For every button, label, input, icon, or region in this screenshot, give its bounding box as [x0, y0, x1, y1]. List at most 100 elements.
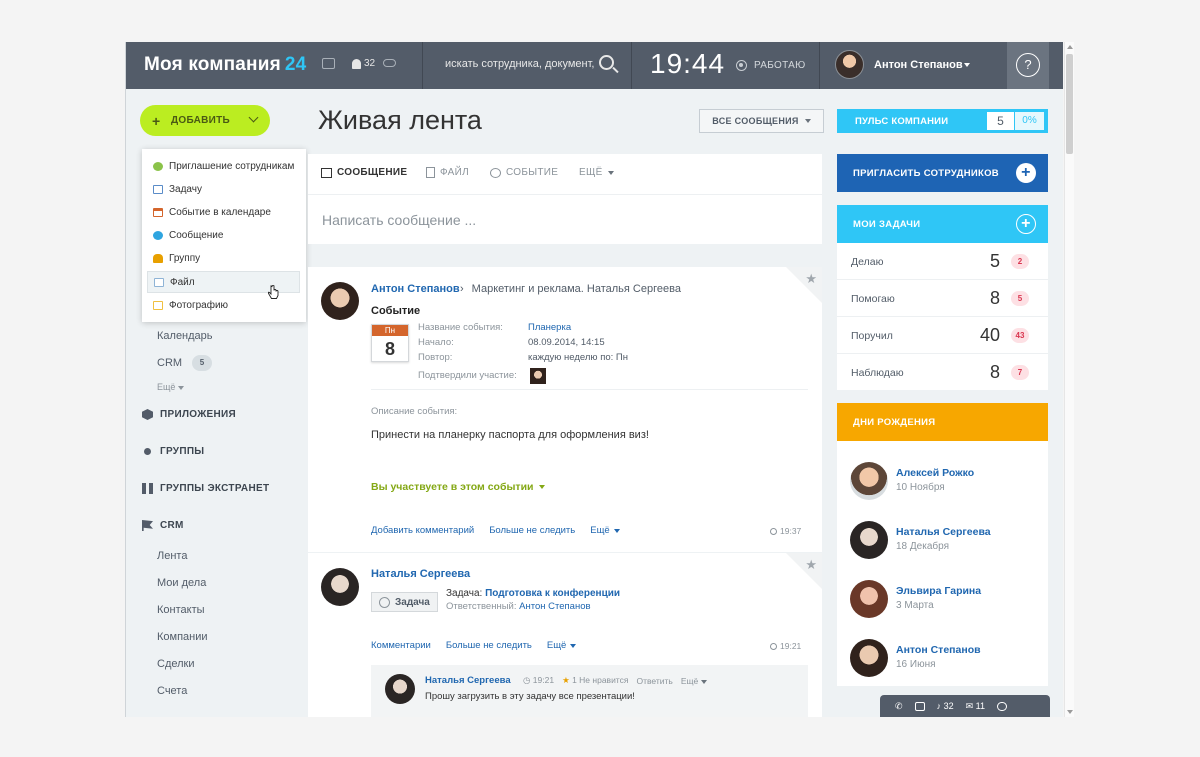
menu-item-invite[interactable]: Приглашение сотрудникам: [142, 155, 306, 177]
hand-cursor-icon: [268, 285, 279, 299]
author-avatar[interactable]: [321, 568, 359, 606]
clock[interactable]: 19:44: [650, 48, 725, 80]
chat-icon[interactable]: [914, 701, 925, 711]
help-button[interactable]: ?: [1007, 42, 1049, 89]
add-comment-link[interactable]: Добавить комментарий: [371, 525, 474, 536]
menu-item-label: Файл: [170, 276, 195, 288]
birthday-item[interactable]: Эльвира Гарина 3 Марта: [837, 580, 1048, 638]
message-input[interactable]: Написать сообщение ...: [322, 212, 476, 228]
filter-label: ВСЕ СООБЩЕНИЯ: [712, 116, 799, 126]
sidebar-section-extranet[interactable]: ГРУППЫ ЭКСТРАНЕТ: [142, 483, 269, 494]
avatar[interactable]: [850, 521, 888, 559]
unfollow-link[interactable]: Больше не следить: [446, 640, 532, 651]
avatar[interactable]: [850, 639, 888, 677]
birthday-name[interactable]: Эльвира Гарина: [896, 585, 981, 597]
plus-icon[interactable]: +: [1016, 214, 1036, 234]
menu-item-event[interactable]: Событие в календаре: [142, 201, 306, 223]
add-button[interactable]: + ДОБАВИТЬ: [140, 105, 270, 136]
sidebar-item-calendar[interactable]: Календарь: [157, 330, 213, 342]
work-status[interactable]: РАБОТАЮ: [754, 60, 806, 71]
birthday-name[interactable]: Антон Степанов: [896, 644, 981, 656]
scrollbar-thumb[interactable]: [1066, 54, 1073, 154]
post-author[interactable]: Антон Степанов: [371, 283, 460, 295]
comment-avatar[interactable]: [385, 674, 415, 704]
scroll-up-icon[interactable]: [1067, 45, 1073, 49]
avatar[interactable]: [850, 462, 888, 500]
menu-item-message[interactable]: Сообщение: [142, 224, 306, 246]
feed-post: ★ Наталья Сергеева Задача Задача: Подгот…: [308, 553, 822, 717]
sidebar-section-crm[interactable]: CRM: [142, 520, 184, 531]
crm-item-companies[interactable]: Компании: [157, 631, 208, 643]
post-author[interactable]: Наталья Сергеева: [371, 568, 470, 580]
birthday-item[interactable]: Антон Степанов 16 Июня: [837, 639, 1048, 697]
crm-item-invoices[interactable]: Счета: [157, 685, 187, 697]
cloud-icon[interactable]: [383, 59, 396, 67]
post-destination[interactable]: › Маркетинг и реклама. Наталья Сергеева: [460, 283, 681, 295]
birthday-name[interactable]: Алексей Рожко: [896, 467, 974, 479]
task-link[interactable]: Подготовка к конференции: [485, 588, 620, 599]
notifications-button[interactable]: ♪ 32: [937, 701, 954, 711]
unfollow-link[interactable]: Больше не следить: [489, 525, 575, 536]
sidebar-item-crm[interactable]: CRM: [157, 357, 182, 369]
sidebar-section-groups[interactable]: ГРУППЫ: [142, 446, 204, 457]
chevron-down-icon: [613, 529, 620, 533]
tab-message[interactable]: СООБЩЕНИЕ: [321, 167, 407, 178]
chat-icon[interactable]: [322, 58, 335, 69]
star-icon[interactable]: ★: [805, 271, 817, 287]
tab-file[interactable]: ФАЙЛ: [426, 167, 469, 178]
search-icon[interactable]: [599, 55, 614, 70]
crm-item-my-tasks[interactable]: Мои дела: [157, 577, 206, 589]
user-avatar[interactable]: [835, 50, 864, 79]
user-name[interactable]: Антон Степанов: [874, 59, 963, 71]
chevron-down-icon[interactable]: [964, 63, 970, 67]
comment-author[interactable]: Наталья Сергеева: [425, 675, 511, 686]
participant-avatar[interactable]: [530, 368, 546, 384]
search-input[interactable]: искать сотрудника, документ,: [445, 58, 594, 70]
comments-link[interactable]: Комментарии: [371, 640, 431, 651]
participation-dropdown[interactable]: Вы участвуете в этом событии: [371, 481, 546, 493]
menu-item-photo[interactable]: Фотографию: [142, 294, 306, 316]
birthday-item[interactable]: Алексей Рожко 10 Ноября: [837, 462, 1048, 520]
birthday-name[interactable]: Наталья Сергеева: [896, 526, 991, 538]
menu-item-group[interactable]: Группу: [142, 247, 306, 269]
mail-button[interactable]: ✉ 11: [966, 701, 985, 712]
scroll-down-icon[interactable]: [1067, 710, 1073, 714]
scrollbar[interactable]: [1064, 42, 1074, 717]
task-row[interactable]: Делаю 5 2: [837, 243, 1048, 280]
star-icon[interactable]: ★: [805, 557, 817, 573]
company-logo[interactable]: Моя компания 24: [144, 54, 306, 76]
more-link[interactable]: Ещё: [681, 676, 707, 686]
author-avatar[interactable]: [321, 282, 359, 320]
tab-event[interactable]: СОБЫТИЕ: [490, 167, 558, 178]
avatar[interactable]: [850, 580, 888, 618]
company-pulse[interactable]: ПУЛЬС КОМПАНИИ 5 0%: [837, 109, 1048, 133]
crm-item-deals[interactable]: Сделки: [157, 658, 195, 670]
my-tasks-header[interactable]: МОИ ЗАДАЧИ +: [837, 205, 1048, 243]
menu-item-label: Задачу: [169, 183, 202, 195]
menu-item-task[interactable]: Задачу: [142, 178, 306, 200]
responsible-link[interactable]: Антон Степанов: [519, 601, 590, 612]
cloud-icon[interactable]: [996, 701, 1007, 711]
notifications-button[interactable]: 32: [352, 58, 375, 69]
tab-label: СООБЩЕНИЕ: [337, 167, 408, 178]
more-link[interactable]: Ещё: [547, 640, 577, 651]
event-name-link[interactable]: Планерка: [528, 322, 571, 333]
task-row[interactable]: Наблюдаю 8 7: [837, 354, 1048, 391]
post-time: 19:37: [770, 526, 801, 536]
task-row[interactable]: Помогаю 8 5: [837, 280, 1048, 317]
task-row[interactable]: Поручил 40 43: [837, 317, 1048, 354]
like-button[interactable]: ★ 1 Не нравится: [562, 675, 628, 686]
sidebar-section-apps[interactable]: ПРИЛОЖЕНИЯ: [142, 409, 236, 420]
invite-employees-button[interactable]: ПРИГЛАСИТЬ СОТРУДНИКОВ +: [837, 154, 1048, 192]
participation-label: Вы участвуете в этом событии: [371, 481, 534, 493]
sidebar-more-link[interactable]: Ещё: [157, 382, 184, 392]
crm-item-contacts[interactable]: Контакты: [157, 604, 205, 616]
birthday-item[interactable]: Наталья Сергеева 18 Декабря: [837, 521, 1048, 579]
phone-icon[interactable]: ✆: [895, 701, 903, 712]
filter-dropdown[interactable]: ВСЕ СООБЩЕНИЯ: [699, 109, 824, 133]
crm-item-feed[interactable]: Лента: [157, 550, 187, 562]
reply-link[interactable]: Ответить: [636, 676, 672, 686]
more-link[interactable]: Ещё: [590, 525, 620, 536]
field-label: Повтор:: [418, 352, 453, 363]
tab-more[interactable]: ЕЩЁ: [579, 167, 614, 178]
